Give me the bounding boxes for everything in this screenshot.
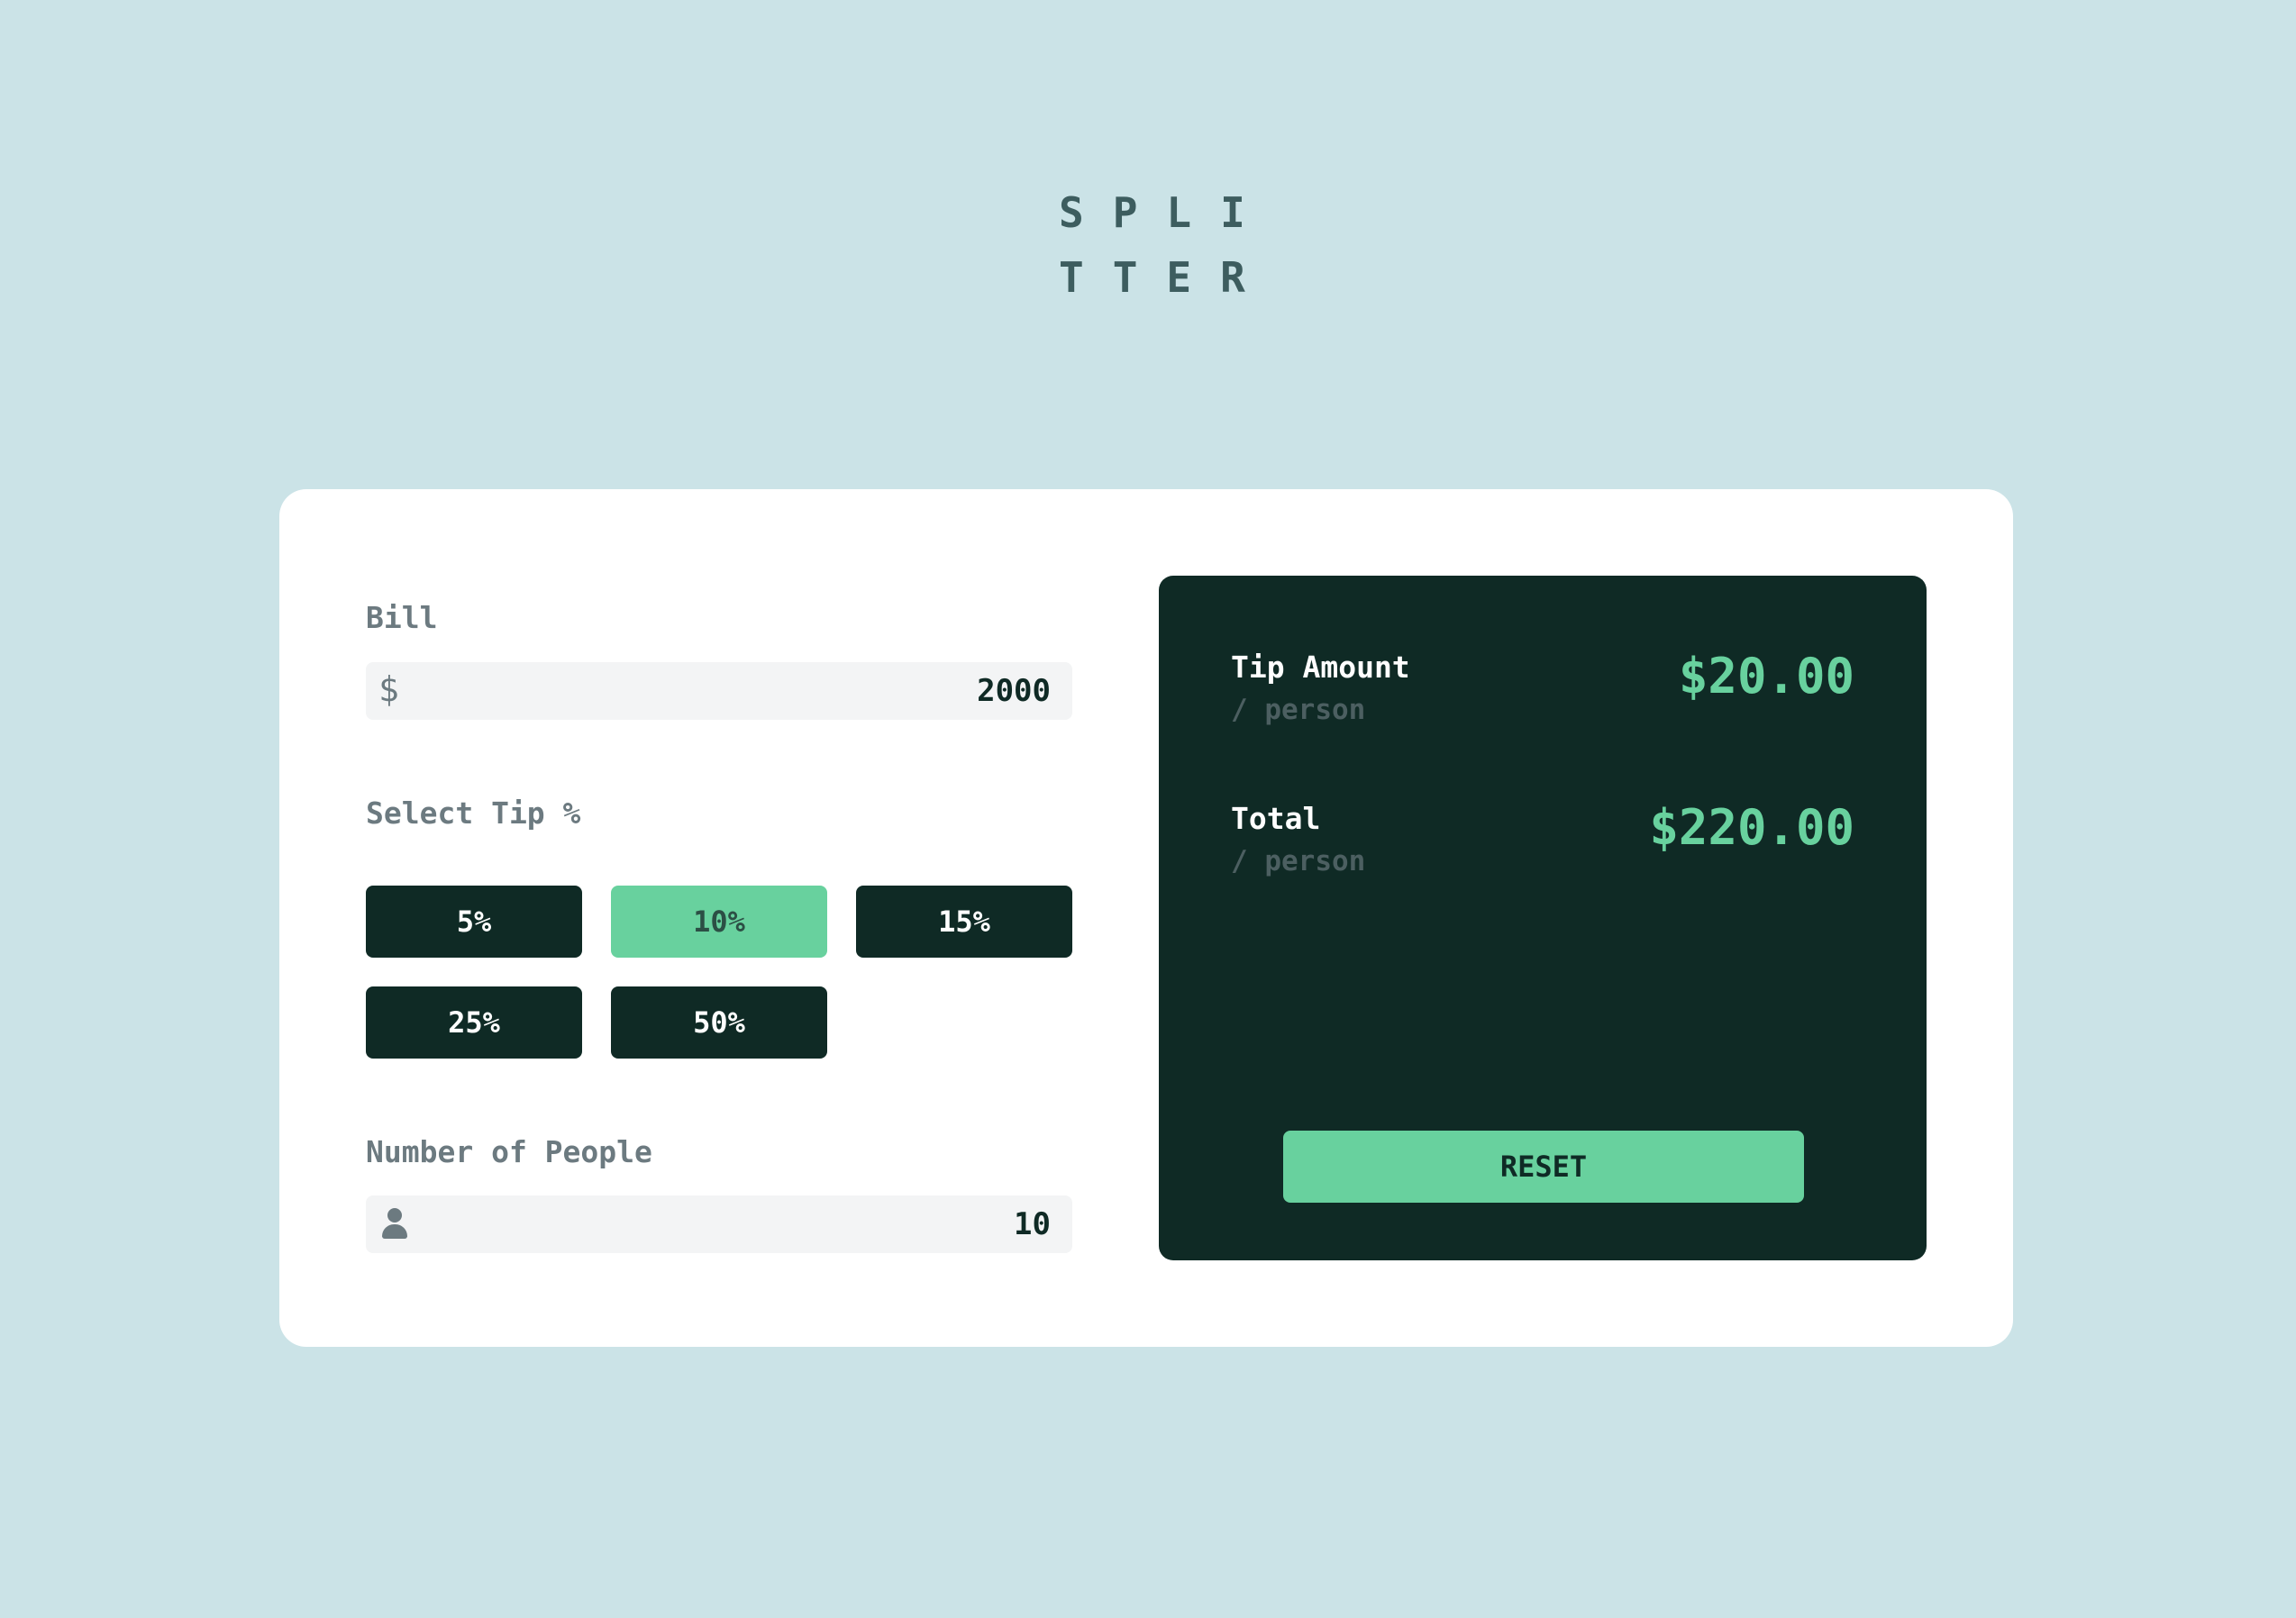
people-label: Number of People: [366, 1134, 652, 1169]
tip-amount-sublabel: / person: [1231, 694, 1366, 726]
tip-option-50[interactable]: 50%: [611, 986, 827, 1059]
logo-line-2: TTER: [1059, 253, 1274, 302]
tip-option-15[interactable]: 15%: [856, 886, 1072, 958]
dollar-icon: $: [378, 669, 399, 709]
person-icon: [380, 1208, 407, 1241]
calculator-card: Bill $ 2000 Select Tip % 5% 10% 15% 25% …: [279, 489, 2013, 1347]
app-logo: SPLI TTER: [1059, 180, 1274, 310]
select-tip-label: Select Tip %: [366, 795, 581, 831]
results-panel: Tip Amount / person $20.00 Total / perso…: [1159, 576, 1927, 1260]
total-label: Total: [1231, 801, 1321, 836]
bill-label: Bill: [366, 600, 438, 635]
total-sublabel: / person: [1231, 845, 1366, 877]
total-value: $220.00: [1649, 799, 1854, 856]
tip-option-5[interactable]: 5%: [366, 886, 582, 958]
tip-amount-value: $20.00: [1678, 648, 1854, 704]
people-input[interactable]: 10: [366, 1195, 1072, 1253]
people-value[interactable]: 10: [1014, 1206, 1051, 1242]
bill-input[interactable]: $ 2000: [366, 662, 1072, 720]
tip-option-10[interactable]: 10%: [611, 886, 827, 958]
tip-option-25[interactable]: 25%: [366, 986, 582, 1059]
logo-line-1: SPLI: [1059, 188, 1274, 237]
tip-amount-label: Tip Amount: [1231, 650, 1410, 685]
bill-value[interactable]: 2000: [977, 673, 1051, 709]
reset-button[interactable]: RESET: [1283, 1131, 1804, 1203]
